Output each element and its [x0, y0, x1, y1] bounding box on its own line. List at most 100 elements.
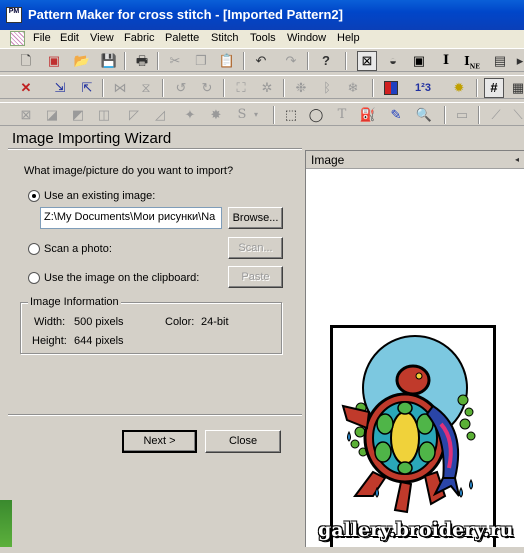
title-divider [8, 148, 302, 150]
next-button[interactable]: Next > [122, 430, 197, 453]
image-information-label: Image Information [28, 296, 121, 308]
panel-scroll-arrow-icon[interactable]: ◂ [515, 154, 523, 165]
select-ellipse-icon[interactable]: ◯ [306, 105, 326, 125]
close-button[interactable]: Close [205, 430, 281, 453]
menu-fabric[interactable]: Fabric [124, 32, 155, 44]
select-move-icon[interactable]: ⇲ [50, 78, 70, 98]
half-view-icon[interactable]: ◒ [383, 51, 403, 71]
palette-colors-icon[interactable] [384, 81, 398, 95]
rotate-right-icon[interactable]: ↻ [197, 78, 217, 98]
select-rect-icon[interactable]: ⬚ [281, 105, 301, 125]
save-icon[interactable]: 💾 [99, 51, 119, 71]
pattern-tool-icon[interactable]: ᛒ [317, 78, 337, 98]
menu-window[interactable]: Window [287, 32, 326, 44]
selection-bug-icon[interactable]: ✲ [257, 78, 277, 98]
document-menu-icon[interactable] [10, 31, 25, 46]
rotate-left-icon[interactable]: ↺ [171, 78, 191, 98]
zoom-icon[interactable]: 🔍 [414, 105, 434, 125]
width-label: Width: [34, 316, 66, 328]
specialty-stitch-icon[interactable]: S [232, 105, 252, 125]
more-icon[interactable]: ▸ [510, 51, 524, 71]
petite-stitch-icon[interactable]: ◸ [124, 105, 144, 125]
menu-view[interactable]: View [90, 32, 114, 44]
eyedropper-icon[interactable]: ✎ [386, 105, 406, 125]
turtle-artwork [341, 335, 476, 514]
undo-icon[interactable]: ↶ [251, 51, 271, 71]
desktop-background-corner [0, 500, 12, 547]
color-label: Color: [165, 316, 195, 328]
width-value: 500 pixels [74, 316, 124, 328]
text-tool-icon[interactable]: T [332, 105, 352, 125]
radio-scan-label[interactable]: Scan a photo: [44, 243, 112, 255]
cut-icon[interactable]: ✂ [165, 51, 185, 71]
text-icon[interactable]: I [436, 51, 456, 71]
watermark-text: gallery.broidery.ru [318, 519, 514, 541]
fill-view-icon[interactable]: ▣ [409, 51, 429, 71]
image-panel-title: Image [311, 153, 345, 167]
height-value: 644 pixels [74, 335, 124, 347]
browse-button[interactable]: Browse... [228, 207, 283, 229]
toolbar-standard: 🗋 ▣ 📂 💾 🖶 ✂ ❐ 📋 ↶ ↷ ? ⊠ ◒ ▣ I INE ▤ ▸ [0, 48, 524, 72]
toolbar-edit: ✕ ⇲ ⇱ ⋈ ⧖ ↺ ↻ ⛶ ✲ ❉ ᛒ ❄ 1²3 ✹ # ▦ [0, 75, 524, 99]
help-icon[interactable]: ? [316, 51, 336, 71]
cross-view-icon[interactable]: ⊠ [357, 51, 377, 71]
import-question: What image/picture do you want to import… [24, 165, 234, 177]
menu-bar: File Edit View Fabric Palette Stitch Too… [0, 30, 524, 48]
copy-icon[interactable]: ❐ [191, 51, 211, 71]
quarter-stitch-icon[interactable]: ◩ [68, 105, 88, 125]
title-bar: PM Pattern Maker for cross stitch - [Imp… [0, 0, 524, 30]
flip-vertical-icon[interactable]: ⧖ [136, 78, 156, 98]
numbering-icon[interactable]: 1²3 [413, 78, 433, 98]
menu-stitch[interactable]: Stitch [211, 32, 239, 44]
radio-existing-label[interactable]: Use an existing image: [44, 190, 155, 202]
color-value: 24-bit [201, 316, 229, 328]
layer-icon[interactable]: ▭ [452, 105, 472, 125]
paste-button[interactable]: Paste [228, 266, 283, 288]
snowflake-icon[interactable]: ❄ [343, 78, 363, 98]
menu-help[interactable]: Help [337, 32, 360, 44]
scatter-icon[interactable]: ❉ [291, 78, 311, 98]
grid-icon[interactable]: # [484, 78, 504, 98]
radio-clipboard[interactable] [28, 272, 40, 284]
radio-existing-image[interactable] [28, 190, 40, 202]
selection-grid-icon[interactable]: ⛶ [231, 78, 251, 98]
scan-button[interactable]: Scan... [228, 237, 283, 259]
full-stitch-icon[interactable]: ⊠ [16, 105, 36, 125]
select-delete-icon[interactable]: ⇱ [77, 78, 97, 98]
height-label: Height: [32, 335, 67, 347]
star-stitch-icon[interactable]: ✦ [180, 105, 200, 125]
toolbar-stitch: ⊠ ◪ ◩ ◫ ◸ ◿ ✦ ✸ S ▾ ⬚ ◯ T ⛽ ✎ 🔍 ▭ ⟋ ⟍ [0, 102, 524, 126]
redo-icon[interactable]: ↷ [281, 51, 301, 71]
menu-file[interactable]: File [33, 32, 51, 44]
new-pattern-icon[interactable]: ▣ [44, 51, 64, 71]
menu-palette[interactable]: Palette [165, 32, 199, 44]
image-preview [330, 325, 496, 547]
radio-clipboard-label[interactable]: Use the image on the clipboard: [44, 272, 199, 284]
new-icon[interactable]: 🗋 [16, 51, 36, 71]
print-icon[interactable]: 🖶 [132, 51, 152, 71]
window-title: Pattern Maker for cross stitch - [Import… [28, 7, 343, 22]
list-icon[interactable]: ▤ [490, 51, 510, 71]
radio-scan-photo[interactable] [28, 243, 40, 255]
flip-horizontal-icon[interactable]: ⋈ [110, 78, 130, 98]
file-path-input[interactable]: Z:\My Documents\Мои рисунки\Na [40, 207, 222, 229]
three-quarter-stitch-icon[interactable]: ◫ [94, 105, 114, 125]
backstitch-icon[interactable]: ⟋ [486, 105, 506, 125]
menu-edit[interactable]: Edit [60, 32, 79, 44]
paste-icon[interactable]: 📋 [217, 51, 237, 71]
menu-tools[interactable]: Tools [250, 32, 276, 44]
app-icon: PM [6, 7, 22, 23]
delete-icon[interactable]: ✕ [16, 78, 36, 98]
sun-icon[interactable]: ✹ [449, 78, 469, 98]
bead-icon[interactable]: ✸ [206, 105, 226, 125]
image-panel-header: Image ◂ [306, 151, 524, 169]
diagonal-stitch-icon[interactable]: ◿ [150, 105, 170, 125]
half-stitch-icon[interactable]: ◪ [42, 105, 62, 125]
text-ne-icon[interactable]: INE [462, 51, 482, 71]
dropdown-arrow-icon[interactable]: ▾ [251, 105, 261, 125]
fill-bucket-icon[interactable]: ⛽ [358, 105, 378, 125]
grid-alt-icon[interactable]: ▦ [508, 78, 524, 98]
open-icon[interactable]: 📂 [72, 51, 92, 71]
line-icon[interactable]: ⟍ [508, 105, 524, 125]
wizard-title: Image Importing Wizard [12, 130, 172, 147]
